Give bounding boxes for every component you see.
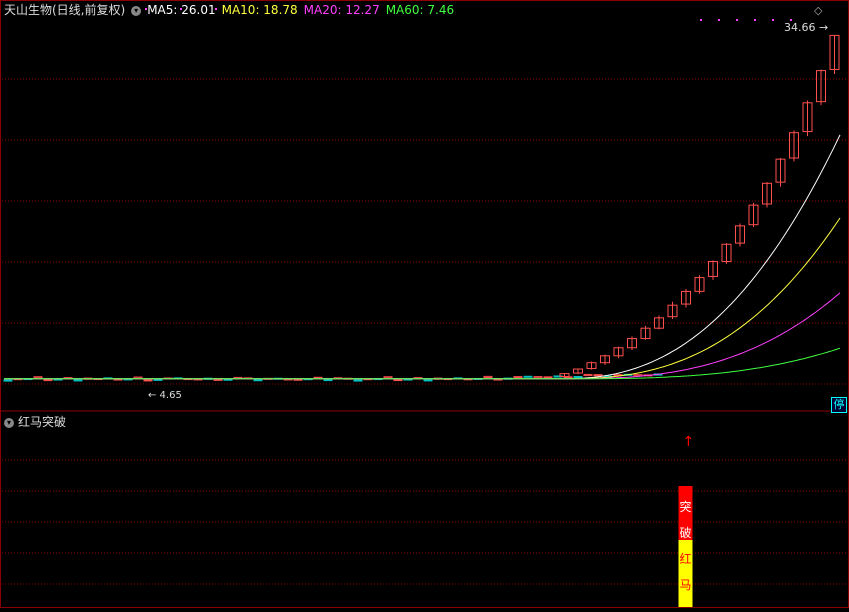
candle [293, 378, 303, 381]
stop-tag[interactable]: 停 [831, 397, 847, 413]
candle [133, 376, 143, 379]
signal-arrow: ↑ [683, 434, 695, 450]
kline-chart[interactable]: 34.66 → ← 4.65 ↑ 突破红马 天山生物(日线,前复权) ▾ MA5: 26.… [0, 0, 849, 608]
marker-dot [754, 19, 756, 21]
signal-bar-bottom [678, 540, 693, 607]
ma5-line [4, 134, 841, 380]
low-price-label: ← 4.65 [148, 390, 182, 401]
candle [523, 375, 533, 378]
ma5-label: MA5: 26.01 [147, 3, 216, 17]
candle [223, 378, 233, 381]
high-price-label: 34.66 → [784, 21, 828, 34]
marker-dot [718, 19, 720, 21]
signal-char: 马 [679, 578, 691, 592]
candle [143, 379, 153, 382]
candle [153, 378, 163, 381]
chevron-down-icon[interactable]: ▾ [131, 5, 142, 16]
stock-title: 天山生物(日线,前复权) [4, 3, 126, 17]
signal-char: 突 [679, 499, 691, 514]
candle [323, 379, 333, 382]
candle [43, 379, 53, 382]
ma60-line [4, 347, 841, 380]
candle [33, 376, 43, 379]
chart-header: 天山生物(日线,前复权) ▾ MA5: 26.01 MA10: 18.78 MA20: … [4, 2, 460, 18]
indicator-name: 红马突破 [18, 415, 67, 429]
outer-frame [0, 0, 849, 608]
candle [573, 376, 583, 378]
marker-dot [772, 19, 774, 21]
candle [483, 375, 493, 379]
ma60-label: MA60: 7.46 [385, 3, 455, 17]
candle [393, 379, 403, 382]
candle [353, 379, 363, 382]
candle [593, 374, 603, 377]
signal-char: 红 [679, 551, 691, 566]
chevron-down-icon[interactable]: ▾ [4, 417, 14, 428]
marker-dot [736, 19, 738, 21]
ma20-line [4, 292, 841, 380]
candle [583, 373, 593, 377]
signal-char: 破 [679, 525, 691, 540]
candle [213, 378, 223, 381]
indicator-header: ▾ 红马突破 [4, 414, 66, 430]
candle [543, 376, 553, 379]
candle [423, 379, 433, 382]
marker-dot [700, 19, 702, 21]
ma10-label: MA10: 18.78 [221, 3, 298, 17]
candle [73, 379, 83, 382]
candle [313, 376, 323, 379]
candle [383, 376, 393, 379]
ma10-line [4, 217, 841, 380]
chart-canvas: 34.66 → ← 4.65 ↑ 突破红马 [0, 0, 849, 608]
ma20-label: MA20: 12.27 [303, 3, 380, 17]
candle [3, 379, 13, 382]
candle [513, 376, 523, 379]
candle [253, 379, 263, 382]
candle [533, 376, 543, 379]
diamond-icon[interactable]: ◇ [814, 4, 822, 17]
